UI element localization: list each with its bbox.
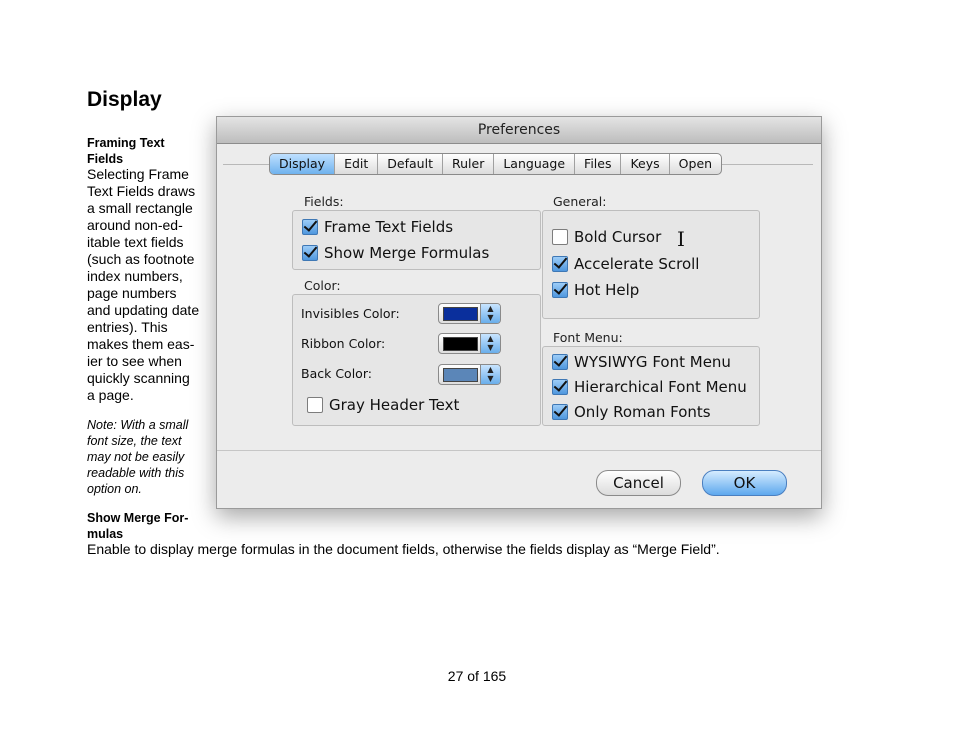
- tab-default[interactable]: Default: [378, 154, 443, 174]
- note-line: Note: With a small: [87, 418, 189, 432]
- checkbox-label: WYSIWYG Font Menu: [574, 353, 731, 371]
- framing-description-line: quickly scanning: [87, 370, 190, 386]
- color-row-label: Ribbon Color:: [301, 336, 386, 351]
- color-row-label: Back Color:: [301, 366, 372, 381]
- checkbox-box[interactable]: [302, 219, 318, 235]
- font-menu-group-label: Font Menu:: [553, 330, 623, 345]
- cancel-button[interactable]: Cancel: [596, 470, 681, 496]
- framing-description-line: around non-ed-: [87, 217, 183, 233]
- fields-group: Frame Text Fields Show Merge Formulas: [292, 210, 541, 270]
- framing-description-line: a small rectangle: [87, 200, 193, 216]
- framing-description-line: Selecting Frame: [87, 166, 189, 182]
- framing-note: Note: With a small font size, the text may…: [87, 417, 207, 497]
- note-line: readable with this: [87, 466, 185, 480]
- checkbox-only-roman-fonts[interactable]: Only Roman Fonts: [552, 403, 711, 421]
- invisibles-color-picker[interactable]: ▲ ▼: [438, 303, 501, 324]
- framing-description-line: ier to see when: [87, 353, 182, 369]
- checkbox-label: Gray Header Text: [329, 396, 460, 414]
- checkbox-bold-cursor[interactable]: Bold Cursor: [552, 228, 661, 246]
- checkbox-label: Only Roman Fonts: [574, 403, 711, 421]
- tab-language[interactable]: Language: [494, 154, 576, 174]
- checkbox-box[interactable]: [552, 229, 568, 245]
- note-line: font size, the text: [87, 434, 182, 448]
- button-area-divider: [217, 450, 821, 451]
- general-group: Bold Cursor Accelerate Scroll Hot Help: [542, 210, 760, 319]
- tab-open[interactable]: Open: [670, 154, 721, 174]
- checkbox-label: Frame Text Fields: [324, 218, 454, 236]
- text-cursor-icon: I: [677, 227, 685, 251]
- checkbox-box[interactable]: [552, 379, 568, 395]
- note-line: option on.: [87, 482, 142, 496]
- dialog-title: Preferences: [217, 117, 821, 144]
- checkbox-box[interactable]: [307, 397, 323, 413]
- merge-description: Enable to display merge formulas in the …: [87, 541, 720, 557]
- checkbox-label: Hierarchical Font Menu: [574, 378, 747, 396]
- tab-edit[interactable]: Edit: [335, 154, 379, 174]
- framing-heading-line: Fields: [87, 152, 124, 166]
- tab-bar: Display Edit Default Ruler Language Files Keys…: [269, 153, 723, 175]
- checkbox-gray-header-text[interactable]: Gray Header Text: [307, 396, 459, 414]
- tab-display[interactable]: Display: [270, 154, 336, 174]
- stepper-arrows-icon[interactable]: ▲ ▼: [480, 365, 500, 384]
- framing-heading-line: Framing Text: [87, 136, 165, 150]
- ribbon-color-picker[interactable]: ▲ ▼: [438, 333, 501, 354]
- checkbox-label: Bold Cursor: [574, 228, 662, 246]
- color-group: Invisibles Color: ▲ ▼ Ribbon Color: ▲ ▼ Ba…: [292, 294, 541, 426]
- framing-description-line: (such as footnote: [87, 251, 195, 267]
- checkbox-accelerate-scroll[interactable]: Accelerate Scroll: [552, 255, 699, 273]
- checkbox-show-merge-formulas[interactable]: Show Merge Formulas: [302, 244, 489, 262]
- framing-description-line: index numbers,: [87, 268, 183, 284]
- checkbox-label: Hot Help: [574, 281, 640, 299]
- back-color-picker[interactable]: ▲ ▼: [438, 364, 501, 385]
- tab-ruler[interactable]: Ruler: [443, 154, 495, 174]
- color-swatch: [443, 307, 478, 321]
- checkbox-box[interactable]: [302, 245, 318, 261]
- stepper-arrows-icon[interactable]: ▲ ▼: [480, 334, 500, 353]
- note-line: may not be easily: [87, 450, 185, 464]
- framing-description-line: a page.: [87, 387, 134, 403]
- color-row-label: Invisibles Color:: [301, 306, 400, 321]
- page-number: 27 of 165: [447, 668, 507, 684]
- color-swatch: [443, 337, 478, 351]
- merge-heading-line: Show Merge For-: [87, 511, 189, 525]
- checkbox-wysiwyg-font-menu[interactable]: WYSIWYG Font Menu: [552, 353, 731, 371]
- framing-heading: Framing Text Fields: [87, 135, 207, 167]
- framing-description: Selecting Frame Text Fields draws a small …: [87, 166, 207, 404]
- checkbox-box[interactable]: [552, 282, 568, 298]
- merge-heading: Show Merge For- mulas: [87, 510, 207, 542]
- page-title: Display: [87, 88, 162, 111]
- tab-files[interactable]: Files: [575, 154, 622, 174]
- checkbox-box[interactable]: [552, 404, 568, 420]
- checkbox-frame-text-fields[interactable]: Frame Text Fields: [302, 218, 453, 236]
- checkbox-box[interactable]: [552, 256, 568, 272]
- framing-description-line: entries). This: [87, 319, 168, 335]
- tab-keys[interactable]: Keys: [621, 154, 670, 174]
- merge-heading-line: mulas: [87, 527, 124, 541]
- framing-description-line: and updating date: [87, 302, 200, 318]
- checkbox-hot-help[interactable]: Hot Help: [552, 281, 639, 299]
- framing-description-line: itable text fields: [87, 234, 184, 250]
- ok-button[interactable]: OK: [702, 470, 787, 496]
- checkbox-box[interactable]: [552, 354, 568, 370]
- framing-description-line: Text Fields draws: [87, 183, 196, 199]
- font-menu-group: WYSIWYG Font Menu Hierarchical Font Menu…: [542, 346, 760, 426]
- preferences-dialog: Preferences Display Edit Default Ruler Langu…: [216, 116, 822, 509]
- framing-description-line: page numbers: [87, 285, 177, 301]
- checkbox-hierarchical-font-menu[interactable]: Hierarchical Font Menu: [552, 378, 747, 396]
- color-group-label: Color:: [304, 278, 341, 293]
- stepper-arrows-icon[interactable]: ▲ ▼: [480, 304, 500, 323]
- checkbox-label: Show Merge Formulas: [324, 244, 490, 262]
- color-swatch: [443, 368, 478, 382]
- checkbox-label: Accelerate Scroll: [574, 255, 700, 273]
- framing-description-line: makes them eas-: [87, 336, 195, 352]
- general-group-label: General:: [553, 194, 607, 209]
- fields-group-label: Fields:: [304, 194, 344, 209]
